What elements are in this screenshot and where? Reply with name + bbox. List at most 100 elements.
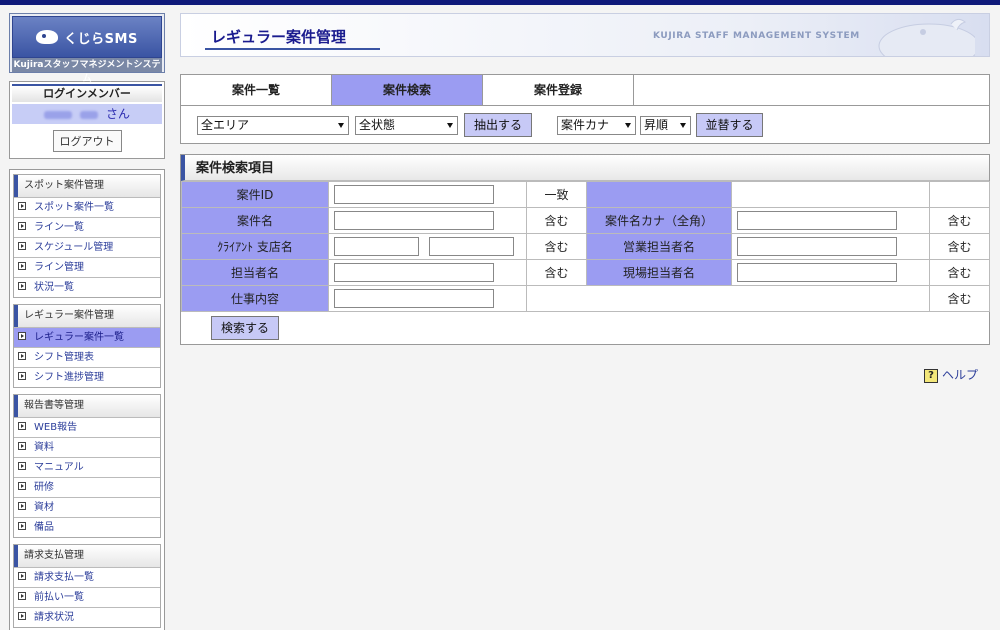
page-header: レギュラー案件管理 KUJIRA STAFF MANAGEMENT SYSTEM	[180, 13, 990, 57]
match-contains: 含む	[929, 259, 990, 286]
match-contains: 含む	[929, 233, 990, 260]
arrow-icon	[18, 572, 26, 580]
whale-icon	[36, 30, 59, 44]
arrow-icon	[18, 352, 26, 360]
sidebar-item-equipment[interactable]: 備品	[14, 517, 160, 537]
label-case-kana: 案件名カナ（全角）	[586, 207, 732, 234]
user-name-redacted	[79, 110, 98, 119]
arrow-icon	[18, 502, 26, 510]
area-select[interactable]: 全エリア	[197, 116, 349, 135]
label-sales-rep: 営業担当者名	[586, 233, 732, 260]
sort-button[interactable]: 並替する	[696, 113, 763, 137]
sidebar-item-materials[interactable]: 資材	[14, 497, 160, 517]
status-select[interactable]: 全状態	[355, 116, 458, 135]
help-icon: ?	[924, 368, 938, 383]
table-row: 担当者名 含む 現場担当者名 含む	[181, 259, 990, 286]
top-bar	[0, 0, 1000, 5]
table-row: 仕事内容 含む	[181, 285, 990, 312]
main-content: レギュラー案件管理 KUJIRA STAFF MANAGEMENT SYSTEM…	[180, 13, 990, 345]
match-contains: 含む	[929, 285, 990, 312]
nav-group-reports: 報告書等管理 WEB報告 資料 マニュアル 研修 資材 備品	[13, 394, 161, 538]
arrow-icon	[18, 612, 26, 620]
label-site-rep: 現場担当者名	[586, 259, 732, 286]
tab-case-search[interactable]: 案件検索	[332, 75, 483, 105]
case-id-input[interactable]	[334, 185, 494, 204]
dropdown-arrow-icon	[338, 123, 344, 128]
tab-bar: 案件一覧 案件検索 案件登録	[180, 74, 990, 106]
sidebar: くじらSMS Kujiraスタッフマネジメントシステム ログインメンバー さん …	[9, 13, 165, 630]
dropdown-arrow-icon	[625, 123, 631, 128]
page-title: レギュラー案件管理	[211, 28, 347, 46]
job-input[interactable]	[334, 289, 494, 308]
extract-button[interactable]: 抽出する	[464, 113, 532, 137]
dropdown-arrow-icon	[447, 123, 453, 128]
nav-group-regular: レギュラー案件管理 レギュラー案件一覧 シフト管理表 シフト進捗管理	[13, 304, 161, 388]
case-name-input[interactable]	[334, 211, 494, 230]
label-rep: 担当者名	[181, 259, 329, 286]
search-section: 案件検索項目 案件ID 一致 案件名 含む 案件名カナ（全角） 含む ｸﾗｲｱﾝ…	[180, 154, 990, 345]
match-contains: 含む	[526, 259, 587, 286]
match-contains: 含む	[929, 207, 990, 234]
arrow-icon	[18, 262, 26, 270]
search-table: 案件ID 一致 案件名 含む 案件名カナ（全角） 含む ｸﾗｲｱﾝﾄ 支店名 含…	[181, 181, 990, 312]
login-user: さん	[12, 104, 162, 124]
sort-key-select[interactable]: 案件カナ	[557, 116, 636, 135]
login-title: ログインメンバー	[12, 84, 162, 102]
login-box: ログインメンバー さん ログアウト	[9, 81, 165, 159]
arrow-icon	[18, 522, 26, 530]
sidebar-item-line-manage[interactable]: ライン管理	[14, 257, 160, 277]
logo[interactable]: くじらSMS Kujiraスタッフマネジメントシステム	[9, 13, 165, 84]
search-section-title: 案件検索項目	[181, 155, 989, 181]
nav-group-title: レギュラー案件管理	[14, 305, 160, 327]
label-empty	[586, 181, 732, 208]
arrow-icon	[18, 242, 26, 250]
sidebar-item-shift-table[interactable]: シフト管理表	[14, 347, 160, 367]
arrow-icon	[18, 482, 26, 490]
arrow-icon	[18, 202, 26, 210]
sidebar-item-training[interactable]: 研修	[14, 477, 160, 497]
nav-group-title: 請求支払管理	[14, 545, 160, 567]
branch-name-input[interactable]	[429, 237, 514, 256]
sidebar-item-schedule[interactable]: スケジュール管理	[14, 237, 160, 257]
sidebar-item-regular-list[interactable]: レギュラー案件一覧	[14, 327, 160, 347]
search-button[interactable]: 検索する	[211, 316, 279, 340]
rep-input[interactable]	[334, 263, 494, 282]
arrow-icon	[18, 442, 26, 450]
system-name: KUJIRA STAFF MANAGEMENT SYSTEM	[653, 31, 860, 41]
sales-rep-input[interactable]	[737, 237, 897, 256]
sidebar-item-billing-list[interactable]: 請求支払一覧	[14, 567, 160, 587]
sidebar-item-billing-status[interactable]: 請求状況	[14, 607, 160, 627]
help-link[interactable]: ? ヘルプ	[924, 366, 978, 383]
table-row: 案件名 含む 案件名カナ（全角） 含む	[181, 207, 990, 234]
logout-button[interactable]: ログアウト	[52, 130, 122, 152]
arrow-icon	[18, 332, 26, 340]
label-client-branch: ｸﾗｲｱﾝﾄ 支店名	[181, 233, 329, 260]
site-rep-input[interactable]	[737, 263, 897, 282]
filter-bar: 全エリア 全状態 抽出する 案件カナ 昇順 並替する	[180, 106, 990, 144]
sidebar-item-documents[interactable]: 資料	[14, 437, 160, 457]
sort-order-select[interactable]: 昇順	[640, 116, 691, 135]
arrow-icon	[18, 422, 26, 430]
sidebar-item-line-list[interactable]: ライン一覧	[14, 217, 160, 237]
nav-group-title: 報告書等管理	[14, 395, 160, 417]
arrow-icon	[18, 592, 26, 600]
arrow-icon	[18, 282, 26, 290]
sidebar-item-spot-list[interactable]: スポット案件一覧	[14, 197, 160, 217]
tab-case-register[interactable]: 案件登録	[483, 75, 634, 105]
sidebar-item-web-report[interactable]: WEB報告	[14, 417, 160, 437]
nav-group-billing: 請求支払管理 請求支払一覧 前払い一覧 請求状況	[13, 544, 161, 628]
sidebar-item-prepay-list[interactable]: 前払い一覧	[14, 587, 160, 607]
client-name-input[interactable]	[334, 237, 419, 256]
arrow-icon	[18, 372, 26, 380]
sidebar-item-shift-progress[interactable]: シフト進捗管理	[14, 367, 160, 387]
sidebar-item-manual[interactable]: マニュアル	[14, 457, 160, 477]
case-kana-input[interactable]	[737, 211, 897, 230]
match-contains: 含む	[526, 207, 587, 234]
logo-title: くじらSMS	[64, 31, 138, 47]
match-exact: 一致	[526, 181, 587, 208]
table-row: 案件ID 一致	[181, 181, 990, 208]
sidebar-item-status-list[interactable]: 状況一覧	[14, 277, 160, 297]
arrow-icon	[18, 222, 26, 230]
user-suffix: さん	[105, 107, 130, 121]
tab-case-list[interactable]: 案件一覧	[181, 75, 332, 105]
